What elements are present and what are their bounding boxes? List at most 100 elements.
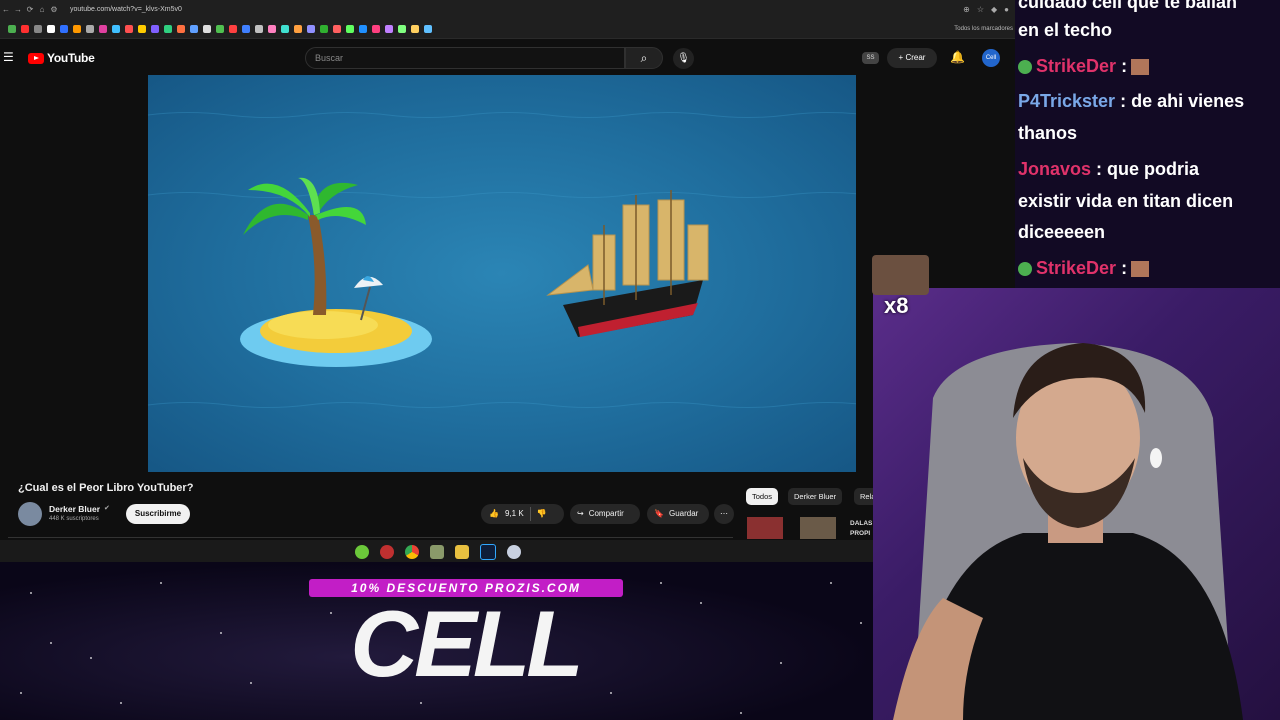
webcam-feed [873, 288, 1280, 720]
bookmark-icon[interactable] [203, 24, 211, 33]
bookmark-icon[interactable] [398, 24, 406, 33]
chrome-icon[interactable] [404, 544, 419, 559]
subscribe-button[interactable]: Suscribirme [126, 504, 190, 524]
star-decoration [50, 642, 52, 644]
chat-text: existir vida en titan dicen [1018, 191, 1234, 211]
bookmark-icon[interactable] [333, 24, 341, 33]
share-button[interactable]: ↪ Compartir [570, 504, 640, 524]
zoom-icon[interactable]: ⊕ [963, 5, 970, 14]
bookmark-icon[interactable] [21, 24, 29, 33]
profile-icon[interactable]: ● [1004, 5, 1009, 14]
bookmark-icon[interactable] [216, 24, 224, 33]
bookmark-icon[interactable] [268, 24, 276, 33]
forward-icon[interactable]: → [12, 5, 24, 14]
bookmark-icon[interactable] [47, 24, 55, 33]
app-icon[interactable] [379, 544, 394, 559]
bookmark-icon[interactable] [346, 24, 354, 33]
app-icon[interactable] [354, 544, 369, 559]
like-count[interactable]: 9,1 K [505, 504, 524, 524]
chat-text: : [1121, 258, 1128, 278]
youtube-play-icon [28, 52, 44, 64]
bookmark-icon[interactable] [359, 24, 367, 33]
bookmark-icon[interactable] [164, 24, 172, 33]
streamer-brand-logo: CELL [350, 591, 583, 696]
chip-todos[interactable]: Todos [746, 488, 779, 505]
search-icon[interactable]: ⌕ [625, 47, 663, 69]
bookmark-icon[interactable] [307, 24, 315, 33]
bookmark-icon[interactable] [281, 24, 289, 33]
chat-text: : que podria [1096, 159, 1200, 179]
site-info-icon[interactable]: ⚙ [48, 5, 60, 14]
star-decoration [30, 592, 32, 594]
emote-popup: x8 [872, 255, 929, 318]
emote-multiplier: x8 [884, 293, 909, 318]
bookmark-icon[interactable] [177, 24, 185, 33]
bookmarks-folder[interactable]: Todos los marcadores [954, 26, 1013, 32]
address-bar[interactable]: ← → ⟳ ⌂ ⚙ youtube.com/watch?v=_klvs-Xm5v… [0, 0, 1015, 19]
app-icon[interactable] [506, 544, 521, 559]
channel-name[interactable]: Derker Bluer [49, 504, 100, 514]
recommendation-thumbnail[interactable] [800, 517, 836, 539]
save-label: Guardar [668, 509, 699, 518]
channel-avatar[interactable] [18, 502, 42, 526]
ss-badge[interactable]: SS [862, 52, 879, 64]
notifications-bell-icon[interactable]: 🔔 [950, 50, 965, 64]
like-icon[interactable]: 👍 [489, 504, 499, 524]
url-text[interactable]: youtube.com/watch?v=_klvs-Xm5v0 [70, 6, 182, 13]
chat-username[interactable]: StrikeDer [1036, 258, 1116, 278]
create-button[interactable]: + Crear [887, 48, 937, 68]
bookmark-icon[interactable] [112, 24, 120, 33]
microphone-icon[interactable]: 🎙 [673, 48, 694, 69]
streamer-silhouette [893, 343, 1243, 720]
star-decoration [660, 582, 662, 584]
chat-text: thanos [1018, 123, 1078, 143]
bookmark-icon[interactable] [138, 24, 146, 33]
bookmark-icon[interactable] [255, 24, 263, 33]
star-decoration [700, 602, 702, 604]
folder-icon[interactable] [454, 544, 469, 559]
bookmark-icon[interactable] [60, 24, 68, 33]
chat-message: thanos [1018, 117, 1077, 149]
chat-username[interactable]: P4Trickster [1018, 91, 1115, 111]
youtube-logo[interactable]: YouTube [28, 51, 95, 65]
bookmark-icon[interactable] [229, 24, 237, 33]
chat-username[interactable]: StrikeDer [1036, 56, 1116, 76]
bookmark-icon[interactable] [411, 24, 419, 33]
bookmark-icon[interactable] [294, 24, 302, 33]
bookmark-icon[interactable] [73, 24, 81, 33]
bookmark-star-icon[interactable]: ☆ [977, 5, 984, 14]
photoshop-icon[interactable] [479, 543, 496, 560]
bookmark-icon[interactable] [86, 24, 94, 33]
bookmark-icon[interactable] [385, 24, 393, 33]
bookmark-icon[interactable] [125, 24, 133, 33]
bookmark-icon[interactable] [424, 24, 432, 33]
dislike-icon[interactable]: 👎 [537, 504, 547, 524]
emote-icon [1131, 59, 1150, 76]
recommendation-title[interactable]: DALAS PROPI [850, 519, 872, 539]
bookmark-icon[interactable] [99, 24, 107, 33]
bookmark-icon[interactable] [242, 24, 250, 33]
reload-icon[interactable]: ⟳ [24, 5, 36, 14]
bookmark-icon[interactable] [8, 24, 16, 33]
chip-derker-bluer[interactable]: Derker Bluer [788, 488, 843, 505]
rec-title-line1: DALAS [850, 520, 873, 527]
video-player[interactable] [148, 75, 856, 472]
user-avatar[interactable]: Cell [982, 49, 1000, 67]
home-icon[interactable]: ⌂ [36, 5, 48, 14]
verified-icon: ✔ [104, 505, 110, 512]
bookmark-icon[interactable] [151, 24, 159, 33]
bookmark-icon[interactable] [372, 24, 380, 33]
app-icon[interactable] [429, 544, 444, 559]
back-icon[interactable]: ← [0, 5, 12, 14]
bookmark-icon[interactable] [320, 24, 328, 33]
search-input[interactable]: Buscar [305, 47, 625, 69]
chat-username[interactable]: Jonavos [1018, 159, 1091, 179]
bookmark-icon[interactable] [190, 24, 198, 33]
bookmark-icon[interactable] [34, 24, 42, 33]
rec-title-line2: PROPI [850, 530, 871, 537]
extension-icon[interactable]: ◆ [991, 5, 997, 14]
save-button[interactable]: 🔖 Guardar [647, 504, 709, 524]
more-options-icon[interactable]: ⋯ [714, 504, 734, 524]
menu-icon[interactable]: ☰ [3, 50, 14, 64]
recommendation-thumbnail[interactable] [747, 517, 783, 539]
